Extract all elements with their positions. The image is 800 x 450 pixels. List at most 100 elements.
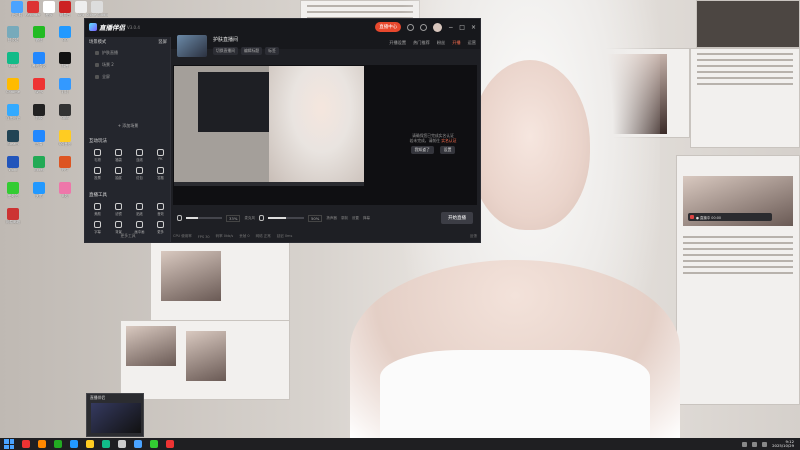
desktop-shortcut[interactable]: Excel [28,156,50,176]
desktop-shortcut[interactable]: WPS [28,78,50,98]
tool-button[interactable]: 抽奖 [108,167,129,180]
room-tag[interactable]: 编辑标题 [240,47,263,55]
taskbar-app-icon[interactable] [38,440,46,448]
notice-ok-button[interactable]: 我知道了 [410,146,434,154]
speaker-label: 扬声器 [326,215,337,220]
desktop-shortcut[interactable]: Word [2,156,24,176]
clock[interactable]: 9:12 2025/10/29 [772,439,794,449]
scene-item[interactable]: 护肤直播 [85,47,171,59]
status-item: 码率 0kb/s [215,234,234,238]
tool-button[interactable]: PK [150,149,171,162]
record-button[interactable]: 录制 [341,216,348,221]
windows-start-icon[interactable] [4,439,14,449]
tool-button[interactable]: 福袋 [108,149,129,162]
desktop-shortcut[interactable]: 腾讯会议 [28,52,50,72]
desktop-shortcut[interactable]: 优酷 [28,182,50,202]
feedback-link[interactable]: 反馈 [470,234,477,239]
microphone-icon[interactable] [177,215,182,221]
tool-icon [115,203,122,210]
subbar-item[interactable]: 粉丝 [437,40,445,46]
taskbar-thumbnail-preview[interactable]: 直播伴侣 [86,393,144,437]
desktop-shortcut[interactable]: 钉钉 [54,78,76,98]
wallpaper-poster [690,48,800,148]
settings-icon[interactable] [420,23,428,31]
volume-icon[interactable] [752,441,758,447]
tool-button[interactable]: 答题 [150,167,171,180]
more-tools-button[interactable]: 更多工具 [85,233,171,239]
tool-button[interactable]: 美颜 [87,203,108,216]
mic-volume-slider[interactable] [186,217,222,219]
notice-settings-button[interactable]: 设置 [439,146,456,154]
live-status-pill[interactable]: ● 直播中 00:00 [688,213,772,221]
tool-button[interactable]: 滤镜 [108,203,129,216]
taskbar-app-icon[interactable] [166,440,174,448]
settings-button[interactable]: 设置 [352,216,359,221]
close-icon[interactable]: × [471,24,476,31]
taskbar-app-icon[interactable] [134,440,142,448]
scene-item[interactable]: 全屏 [85,71,171,83]
desktop-shortcut[interactable]: QQ [54,26,76,46]
desktop-shortcut[interactable]: Chrome [2,78,24,98]
subbar-item-highlight[interactable]: 开播 [452,40,460,46]
subbar-item[interactable]: 开播设置 [389,40,406,46]
desktop-shortcut[interactable]: 爱奇艺 [2,182,24,202]
scene-orientation-toggle[interactable]: 竖屏 [158,39,167,45]
maximize-icon[interactable]: □ [459,24,465,31]
taskbar-app-icon[interactable] [150,440,158,448]
stream-preview[interactable]: 请确保您已完成实名认证 若未完成，请前往 实名认证 我知道了 设置 [173,65,477,205]
desktop-shortcut[interactable]: B站 [54,182,76,202]
minimize-icon[interactable]: − [448,24,453,31]
tool-label: 滤镜 [115,212,122,216]
tool-button[interactable]: 音效 [150,203,171,216]
taskbar-app-icon[interactable] [118,440,126,448]
desktop-shortcut[interactable]: 网易邮箱 [2,208,24,228]
thumbnail-image [91,403,141,433]
danmaku-button[interactable]: 弹幕 [363,216,370,221]
message-icon[interactable] [407,23,415,31]
taskbar-app-icon[interactable] [54,440,62,448]
tool-button[interactable]: 礼物 [87,149,108,162]
room-tag[interactable]: 切换直播间 [213,47,238,55]
scene-icon [95,51,99,55]
room-tag[interactable]: 标签 [265,47,279,55]
start-live-button[interactable]: 开始直播 [441,212,473,224]
room-cover[interactable] [177,35,207,57]
speaker-volume-value: 50% [307,214,323,222]
avatar[interactable] [433,22,443,32]
desktop-shortcut[interactable]: OBS [54,104,76,124]
network-icon[interactable] [742,441,748,447]
live-center-button[interactable]: 直播中心 [375,22,402,32]
notice-link[interactable]: 实名认证 [441,138,456,143]
ime-icon[interactable] [762,441,768,447]
app-icon [91,1,103,13]
desktop-shortcut[interactable]: PPT [54,156,76,176]
tool-button[interactable]: 贴纸 [129,203,150,216]
speaker-volume-slider[interactable] [267,217,304,219]
add-scene-button[interactable]: + 添加场景 [85,123,171,129]
taskbar-app-icon[interactable] [86,440,94,448]
shortcut-label: Word [8,168,18,172]
tool-button[interactable]: 连线 [129,149,150,162]
subbar-item[interactable]: 热门推荐 [413,40,430,46]
taskbar-app-icon[interactable] [102,440,110,448]
tool-button[interactable]: 红包 [129,167,150,180]
speaker-icon[interactable] [258,215,264,221]
desktop-shortcut[interactable]: 抖音 [54,52,76,72]
taskbar-app-icon[interactable] [22,440,30,448]
desktop-shortcut[interactable]: 剪映 [28,104,50,124]
taskbar-app-icon[interactable] [70,440,78,448]
desktop-shortcut[interactable]: Steam [2,130,24,150]
desktop-shortcut[interactable]: 回收站 [2,26,24,46]
desktop-shortcut[interactable]: 百度网盘 [2,104,24,124]
desktop-shortcut[interactable]: 微信 [28,26,50,46]
thumbnail-title: 直播伴侣 [90,395,106,400]
desktop-shortcut[interactable]: QQ音乐 [54,130,76,150]
tool-button[interactable]: 投票 [87,167,108,180]
room-title[interactable]: 护肤直播间 [213,36,238,43]
tool-label: 抽奖 [115,176,122,180]
subbar-item[interactable]: 运营 [468,40,476,46]
desktop-shortcut[interactable]: Edge [2,52,24,72]
desktop-shortcut[interactable]: 迅雷 [28,130,50,150]
scene-item[interactable]: 场景 2 [85,59,171,71]
live-status-text: ● 直播中 00:00 [696,215,722,220]
